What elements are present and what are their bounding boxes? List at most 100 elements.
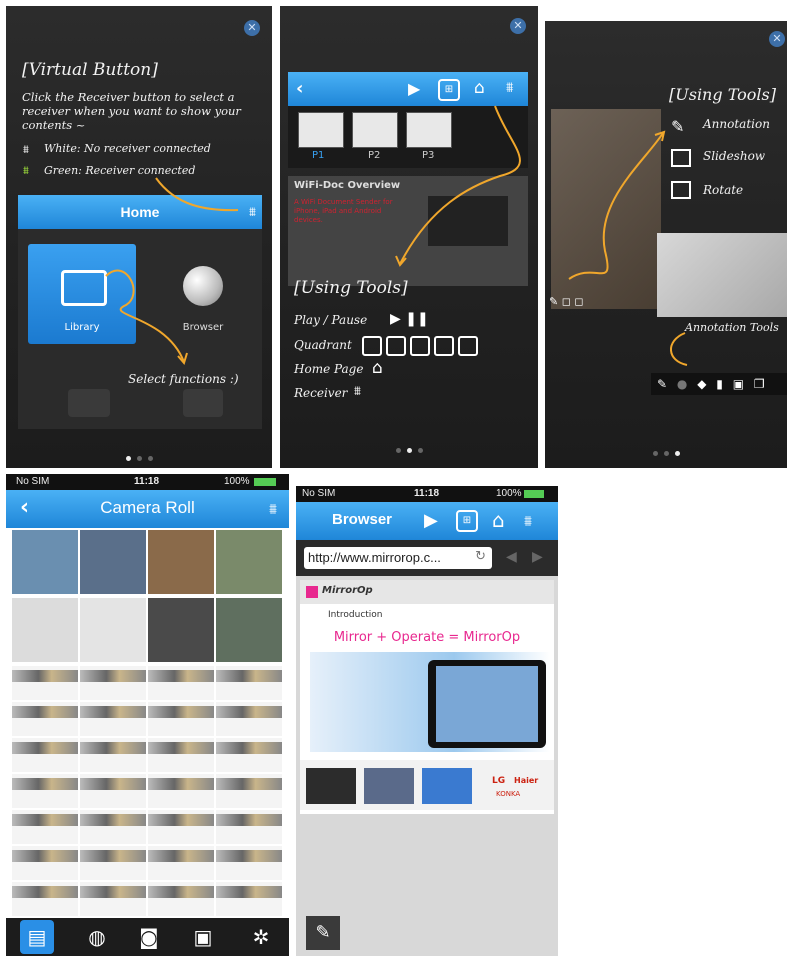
browser-tile[interactable]: Browser [158,244,248,344]
library-tab-icon[interactable]: ▤ [20,920,54,954]
photo-thumbnail[interactable] [12,882,78,916]
trash-tool-icon[interactable]: ▮ [716,377,723,391]
thumbnail-strip [12,742,78,754]
photo-thumbnail[interactable] [80,530,146,594]
receiver-icon[interactable]: ⩩ [249,205,256,220]
thumbnail-strip [216,850,282,862]
close-icon[interactable]: ✕ [769,31,785,47]
photo-thumbnail[interactable] [148,530,214,594]
camera-icon [68,389,110,417]
page-thumb[interactable] [406,112,452,148]
thumbnail-strip [12,670,78,682]
photo-thumbnail[interactable] [12,598,78,662]
photo-thumbnail[interactable] [12,810,78,844]
photo-thumbnail[interactable] [216,810,282,844]
thumbnail-strip [12,850,78,862]
eraser-tool-icon[interactable]: ◆ [697,377,706,391]
thumbnail-strip [80,778,146,790]
photo-thumbnail[interactable] [148,810,214,844]
photo-thumbnail[interactable] [80,774,146,808]
virtual-button-title: [Virtual Button] [22,60,158,80]
url-input[interactable]: http://www.mirrorop.c... ↻ [304,547,492,569]
thumbnail-strip [80,742,146,754]
page-dots [6,456,272,461]
mirror-tab-icon[interactable]: ▣ [186,920,220,954]
photo-thumbnail[interactable] [80,882,146,916]
forward-nav-icon[interactable]: ▶ [532,549,543,565]
photo-thumbnail[interactable] [216,882,282,916]
thumbnail-strip [80,670,146,682]
thumbnail-strip [216,778,282,790]
thumbnail-strip [12,778,78,790]
close-icon[interactable]: ✕ [510,18,526,34]
play-icon[interactable]: ▶ [424,510,438,531]
slideshow-label: Slideshow [703,149,766,163]
quadrant-icons [362,336,478,360]
back-icon[interactable]: ‹ [296,78,303,99]
library-tile[interactable]: Library [28,244,136,344]
tutorial-panel-using-tools-annotation: ✕ [Using Tools] ✎ Annotation Slideshow R… [545,21,787,468]
pen-tool-icon[interactable]: ✎ [657,377,667,391]
photo-thumbnail[interactable] [216,846,282,880]
select-functions-note: Select functions :) [128,372,239,386]
photo-thumbnail[interactable] [216,738,282,772]
home-icon[interactable]: ⌂ [492,508,505,532]
quadrant-icon[interactable]: ⊞ [438,79,460,101]
play-icon[interactable]: ▶ [408,79,420,98]
browser-tab-icon[interactable]: ◍ [80,920,114,954]
photo-thumbnail[interactable] [148,666,214,700]
page-thumb[interactable] [298,112,344,148]
page-label: P2 [368,150,381,161]
partner-haier: Haier [514,776,539,785]
photo-thumbnail[interactable] [12,846,78,880]
annotate-button[interactable]: ✎ [306,916,340,950]
browser-label: Browser [182,322,224,333]
annotation-tools-label: Annotation Tools [685,321,779,334]
receiver-icon[interactable]: ⩩ [269,500,277,518]
save-tool-icon[interactable]: ▣ [733,377,744,391]
reload-icon[interactable]: ↻ [475,549,486,564]
bottom-tab-bar: ▤ ◍ ◙ ▣ ✲ [6,918,289,956]
photo-thumbnail[interactable] [80,846,146,880]
photo-thumbnail[interactable] [80,738,146,772]
home-header-bar: Home ⩩ [18,195,262,229]
photo-thumbnail[interactable] [148,598,214,662]
photo-thumbnail[interactable] [12,702,78,736]
photo-thumbnail[interactable] [80,702,146,736]
photo-thumbnail[interactable] [148,738,214,772]
home-icon[interactable]: ⌂ [474,78,485,98]
url-bar-area: http://www.mirrorop.c... ↻ ◀ ▶ [296,540,558,576]
back-nav-icon[interactable]: ◀ [506,549,517,565]
photo-thumbnail[interactable] [80,598,146,662]
photo-thumbnail[interactable] [12,530,78,594]
tutorial-panel-using-tools-doc: ✕ ‹ ▶ ⊞ ⌂ ⩩ P1 P2 P3 WiFi-Doc Overview A… [280,6,538,468]
photo-thumbnail[interactable] [216,530,282,594]
color-tool-icon[interactable]: ● [677,377,687,391]
settings-tab-icon[interactable]: ✲ [244,920,278,954]
photo-thumbnail[interactable] [148,882,214,916]
receiver-icon[interactable]: ⩩ [524,512,532,530]
url-text: http://www.mirrorop.c... [308,550,441,565]
photo-thumbnail[interactable] [80,810,146,844]
close-icon[interactable]: ✕ [244,20,260,36]
copy-tool-icon[interactable]: ❐ [754,377,765,391]
photo-thumbnail[interactable] [12,774,78,808]
thumbnail-strip [148,778,214,790]
photo-thumbnail[interactable] [216,598,282,662]
status-bar: No SIM 11:18 100% [6,474,289,490]
photo-thumbnail[interactable] [216,702,282,736]
quadrant-icon[interactable]: ⊞ [456,510,478,532]
camera-tab-icon[interactable]: ◙ [132,920,166,954]
photo-thumbnail[interactable] [80,666,146,700]
annotation-toolbar: ✎ ● ◆ ▮ ▣ ❐ [651,373,787,395]
photo-thumbnail[interactable] [216,774,282,808]
home-page-label: Home Page [294,362,364,376]
photo-thumbnail[interactable] [148,846,214,880]
photo-thumbnail[interactable] [148,774,214,808]
photo-thumbnail[interactable] [216,666,282,700]
receiver-icon[interactable]: ⩩ [506,80,513,96]
photo-thumbnail[interactable] [12,738,78,772]
page-thumb[interactable] [352,112,398,148]
photo-thumbnail[interactable] [12,666,78,700]
photo-thumbnail[interactable] [148,702,214,736]
